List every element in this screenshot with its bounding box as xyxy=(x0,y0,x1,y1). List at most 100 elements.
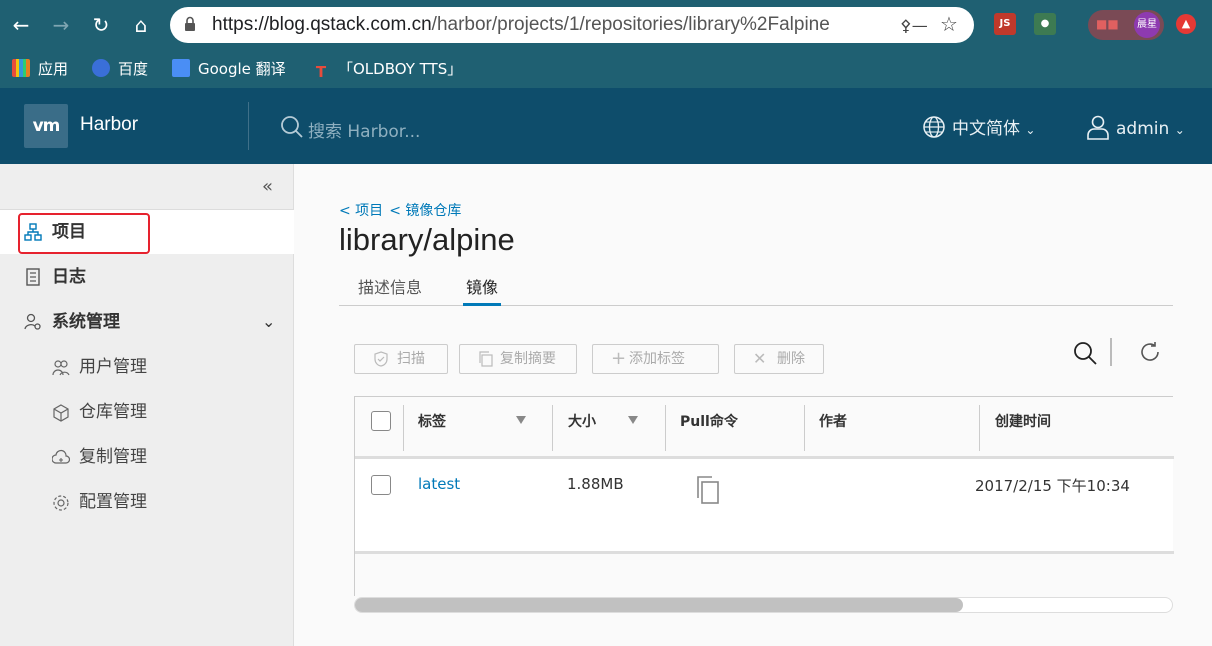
lock-icon xyxy=(185,16,195,31)
close-icon: ✕ xyxy=(753,349,767,368)
username: admin xyxy=(1116,119,1170,139)
user-menu[interactable]: admin ⌄ xyxy=(1086,114,1185,140)
search-icon[interactable] xyxy=(1072,340,1098,366)
reload-icon[interactable]: ↻ xyxy=(86,10,116,40)
created-cell: 2017/2/15 下午10:34 xyxy=(975,477,1130,495)
delete-label: 删除 xyxy=(777,351,805,367)
size-cell: 1.88MB xyxy=(567,475,624,493)
column-separator xyxy=(979,405,980,451)
tab-images[interactable]: 镜像 xyxy=(463,274,502,306)
bookmark-oldboy[interactable]: T 「OLDBOY TTS」 xyxy=(312,58,462,81)
admin-icon xyxy=(24,313,41,330)
page-title: library/alpine xyxy=(339,222,515,257)
bookmark-apps[interactable]: 应用 xyxy=(12,58,68,80)
home-icon[interactable]: ⌂ xyxy=(126,10,156,40)
tab-description[interactable]: 描述信息 xyxy=(358,274,422,306)
tag-link[interactable]: latest xyxy=(418,475,460,493)
filter-icon[interactable] xyxy=(516,416,526,424)
copy-icon xyxy=(479,351,493,367)
select-all-checkbox[interactable] xyxy=(371,411,391,431)
update-icon[interactable]: ▲ xyxy=(1176,14,1196,34)
scan-label: 扫描 xyxy=(397,351,425,367)
breadcrumb-projects[interactable]: < 项目 xyxy=(339,203,383,219)
bookmark-baidu[interactable]: 百度 xyxy=(92,58,148,80)
column-header-author[interactable]: 作者 xyxy=(819,411,847,431)
refresh-icon[interactable] xyxy=(1138,340,1162,364)
breadcrumb-repositories[interactable]: < 镜像仓库 xyxy=(389,203,461,219)
chevron-down-icon[interactable]: ⌄ xyxy=(262,300,275,344)
bookmark-star-icon[interactable]: ☆ xyxy=(940,12,958,36)
language-label: 中文简体 xyxy=(952,119,1020,139)
add-label-label: 添加标签 xyxy=(629,351,685,367)
highlight-annotation xyxy=(18,213,150,254)
apps-grid-icon xyxy=(12,59,30,77)
language-selector[interactable]: 中文简体 ⌄ xyxy=(922,114,1035,139)
sidebar-item-label: 用户管理 xyxy=(79,357,147,377)
oldboy-icon: T xyxy=(315,63,327,81)
column-header-created[interactable]: 创建时间 xyxy=(995,411,1051,431)
password-key-icon[interactable]: ⚴— xyxy=(900,16,928,35)
scan-button[interactable]: 扫描 xyxy=(354,344,448,374)
breadcrumb: < 项目 < 镜像仓库 xyxy=(339,200,467,220)
profile-button[interactable]: ■■ 晨星 xyxy=(1088,10,1164,40)
header-divider xyxy=(248,102,249,150)
app-title[interactable]: Harbor xyxy=(80,114,138,136)
row-checkbox[interactable] xyxy=(371,475,391,495)
chevron-down-icon: ⌄ xyxy=(1174,123,1185,137)
column-header-pull-command[interactable]: Pull命令 xyxy=(680,411,738,431)
copy-pull-command-icon[interactable] xyxy=(695,475,721,505)
search-icon xyxy=(281,116,303,138)
extension-icon[interactable]: ● xyxy=(1034,13,1056,35)
sidebar-item-label: 仓库管理 xyxy=(79,402,147,422)
browser-toolbar: ← → ↻ ⌂ https://blog.qstack.com.cn/harbo… xyxy=(0,0,1212,50)
global-search-input[interactable]: 搜索 Harbor... xyxy=(308,117,420,142)
vmware-logo[interactable]: vm xyxy=(24,104,68,148)
user-icon xyxy=(1087,115,1109,140)
sidebar-item-label: 配置管理 xyxy=(79,492,147,512)
sidebar-item-label: 日志 xyxy=(52,267,86,287)
config-icon xyxy=(53,495,69,511)
column-header-size[interactable]: 大小 xyxy=(568,411,596,431)
url-text: https://blog.qstack.com.cn/harbor/projec… xyxy=(212,14,830,35)
column-header-tag[interactable]: 标签 xyxy=(418,411,446,431)
tab-bar: 描述信息 镜像 xyxy=(339,270,1173,306)
sidebar-item-registries[interactable]: 仓库管理 xyxy=(0,390,294,434)
replication-icon xyxy=(52,449,70,464)
shield-icon xyxy=(374,351,388,367)
plus-icon: + xyxy=(611,348,627,369)
toolbar-divider xyxy=(1110,338,1112,366)
registry-icon xyxy=(53,404,69,422)
js-extension-icon[interactable]: JS xyxy=(994,13,1016,35)
users-icon xyxy=(52,360,70,376)
images-table: 标签 大小 Pull命令 作者 创建时间 latest 1.88MB 2017/… xyxy=(354,396,1174,596)
bookmark-google-translate[interactable]: Google 翻译 xyxy=(172,58,286,80)
avatar: 晨星 xyxy=(1134,12,1160,38)
globe-icon xyxy=(923,116,945,138)
horizontal-scrollbar[interactable] xyxy=(354,597,1173,613)
sidebar-item-label: 复制管理 xyxy=(79,447,147,467)
sidebar-item-replication[interactable]: 复制管理 xyxy=(0,435,294,479)
logs-icon xyxy=(26,268,40,286)
bookmarks-bar: 应用 百度 Google 翻译 T「OLDBOY TTS」 » xyxy=(0,50,1212,124)
table-footer xyxy=(355,554,1174,596)
collapse-sidebar-icon[interactable]: « xyxy=(262,176,273,197)
column-separator xyxy=(665,405,666,451)
baidu-icon xyxy=(92,59,110,77)
sidebar-item-admin[interactable]: 系统管理 ⌄ xyxy=(0,300,294,344)
sidebar-item-users[interactable]: 用户管理 xyxy=(0,345,294,389)
add-label-button[interactable]: + 添加标签 xyxy=(592,344,719,374)
address-bar[interactable]: https://blog.qstack.com.cn/harbor/projec… xyxy=(170,7,974,43)
filter-icon[interactable] xyxy=(628,416,638,424)
forward-icon[interactable]: → xyxy=(46,10,76,40)
delete-button[interactable]: ✕ 删除 xyxy=(734,344,824,374)
table-header: 标签 大小 Pull命令 作者 创建时间 xyxy=(355,397,1174,459)
sidebar-item-label: 系统管理 xyxy=(52,312,120,332)
back-icon[interactable]: ← xyxy=(6,10,36,40)
sidebar-item-logs[interactable]: 日志 xyxy=(0,255,294,299)
copy-digest-button[interactable]: 复制摘要 xyxy=(459,344,577,374)
sidebar-item-config[interactable]: 配置管理 xyxy=(0,480,294,524)
column-separator xyxy=(804,405,805,451)
scrollbar-thumb[interactable] xyxy=(355,598,963,612)
google-translate-icon xyxy=(172,59,190,77)
app-header: vm Harbor 搜索 Harbor... 中文简体 ⌄ admin ⌄ xyxy=(0,88,1212,164)
